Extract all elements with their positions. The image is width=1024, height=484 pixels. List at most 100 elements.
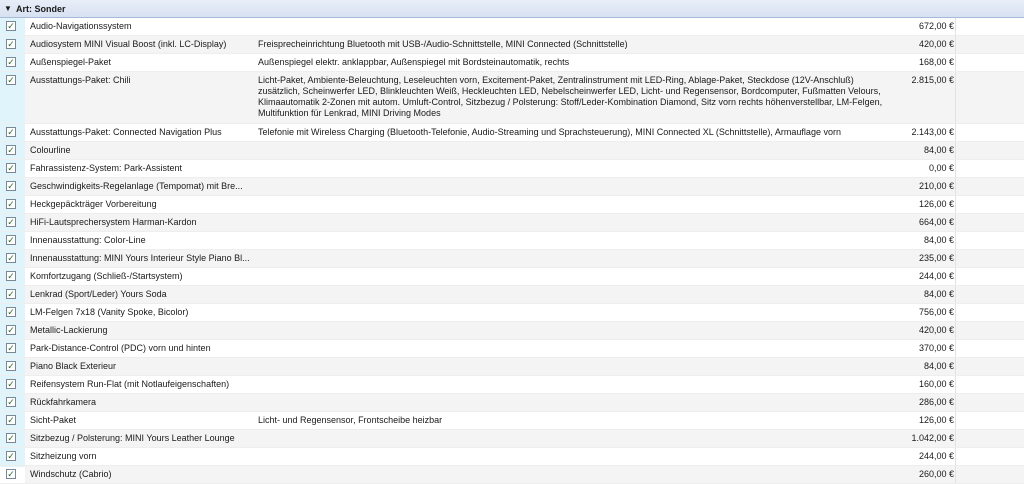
table-row[interactable]: ✓ Geschwindigkeits-Regelanlage (Tempomat)… [0, 178, 1024, 196]
column-divider [955, 250, 956, 267]
column-divider [955, 196, 956, 213]
row-checkbox[interactable]: ✓ [6, 469, 16, 479]
table-row[interactable]: ✓ Rückfahrkamera 286,00 € [0, 394, 1024, 412]
column-divider [955, 178, 956, 195]
option-price: 420,00 € [918, 325, 954, 335]
row-checkbox[interactable]: ✓ [6, 235, 16, 245]
table-row[interactable]: ✓ Sicht-Paket Licht- und Regensensor, Fron… [0, 412, 1024, 430]
checkmark-icon: ✓ [7, 74, 15, 85]
option-price: 0,00 € [928, 163, 954, 173]
row-checkbox[interactable]: ✓ [6, 253, 16, 263]
table-row[interactable]: ✓ Ausstattungs-Paket: Connected Navigatio… [0, 124, 1024, 142]
group-header[interactable]: ▼ Art: Sonder [0, 0, 1024, 18]
row-checkbox[interactable]: ✓ [6, 289, 16, 299]
table-row[interactable]: ✓ Außenspiegel-Paket Außenspiegel elektr. … [0, 54, 1024, 72]
group-title: Art: Sonder [16, 3, 66, 14]
row-checkbox[interactable]: ✓ [6, 271, 16, 281]
table-row[interactable]: ✓ Komfortzugang (Schließ-/Startsystem) 244… [0, 268, 1024, 286]
row-checkbox[interactable]: ✓ [6, 361, 16, 371]
option-name: Sitzbezug / Polsterung: MINI Yours Leath… [30, 433, 235, 443]
checkmark-icon: ✓ [7, 378, 15, 389]
option-price: 84,00 € [923, 361, 954, 371]
option-price: 235,00 € [918, 253, 954, 263]
table-row[interactable]: ✓ Sitzbezug / Polsterung: MINI Yours Leat… [0, 430, 1024, 448]
option-name: Park-Distance-Control (PDC) vorn und hin… [30, 343, 211, 353]
row-checkbox[interactable]: ✓ [6, 433, 16, 443]
row-checkbox[interactable]: ✓ [6, 163, 16, 173]
option-price: 84,00 € [923, 145, 954, 155]
row-checkbox[interactable]: ✓ [6, 343, 16, 353]
option-name: Außenspiegel-Paket [30, 57, 112, 67]
chevron-down-icon[interactable]: ▼ [2, 4, 14, 13]
option-name: Sicht-Paket [30, 415, 77, 425]
column-divider [955, 142, 956, 159]
table-row[interactable]: ✓ Audio-Navigationssystem 672,00 € [0, 18, 1024, 36]
checkmark-icon: ✓ [7, 324, 15, 335]
checkmark-icon: ✓ [7, 432, 15, 443]
option-description [258, 160, 898, 163]
column-divider [955, 214, 956, 231]
table-row[interactable]: ✓ LM-Felgen 7x18 (Vanity Spoke, Bicolor) 7… [0, 304, 1024, 322]
option-description [258, 340, 898, 343]
option-description [258, 448, 898, 451]
row-checkbox[interactable]: ✓ [6, 181, 16, 191]
row-checkbox[interactable]: ✓ [6, 145, 16, 155]
option-name: HiFi-Lautsprechersystem Harman-Kardon [30, 217, 197, 227]
option-price: 260,00 € [918, 469, 954, 479]
option-name: Rückfahrkamera [30, 397, 97, 407]
row-checkbox[interactable]: ✓ [6, 127, 16, 137]
column-divider [955, 376, 956, 393]
row-checkbox[interactable]: ✓ [6, 199, 16, 209]
option-name: Audiosystem MINI Visual Boost (inkl. LC-… [30, 39, 227, 49]
table-row[interactable]: ✓ Ausstattungs-Paket: Chili Licht-Paket, A… [0, 72, 1024, 124]
table-row[interactable]: ✓ Park-Distance-Control (PDC) vorn und hi… [0, 340, 1024, 358]
table-row[interactable]: ✓ Windschutz (Cabrio) 260,00 € [0, 466, 1024, 484]
option-price: 210,00 € [918, 181, 954, 191]
option-name: Metallic-Lackierung [30, 325, 108, 335]
option-description: Licht- und Regensensor, Frontscheibe hei… [258, 415, 443, 425]
row-checkbox[interactable]: ✓ [6, 39, 16, 49]
option-description [258, 268, 898, 271]
option-name: Fahrassistenz-System: Park-Assistent [30, 163, 183, 173]
table-row[interactable]: ✓ Sitzheizung vorn 244,00 € [0, 448, 1024, 466]
column-divider [955, 124, 956, 141]
table-row[interactable]: ✓ Piano Black Exterieur 84,00 € [0, 358, 1024, 376]
table-row[interactable]: ✓ Reifensystem Run-Flat (mit Notlaufeigen… [0, 376, 1024, 394]
row-checkbox[interactable]: ✓ [6, 21, 16, 31]
table-row[interactable]: ✓ HiFi-Lautsprechersystem Harman-Kardon 66… [0, 214, 1024, 232]
option-description [258, 178, 898, 181]
row-checkbox[interactable]: ✓ [6, 325, 16, 335]
option-name: LM-Felgen 7x18 (Vanity Spoke, Bicolor) [30, 307, 189, 317]
row-checkbox[interactable]: ✓ [6, 57, 16, 67]
table-row[interactable]: ✓ Lenkrad (Sport/Leder) Yours Soda 84,00 € [0, 286, 1024, 304]
row-checkbox[interactable]: ✓ [6, 217, 16, 227]
option-name: Lenkrad (Sport/Leder) Yours Soda [30, 289, 167, 299]
row-checkbox[interactable]: ✓ [6, 75, 16, 85]
table-row[interactable]: ✓ Colourline 84,00 € [0, 142, 1024, 160]
row-checkbox[interactable]: ✓ [6, 379, 16, 389]
option-price: 244,00 € [918, 451, 954, 461]
row-checkbox[interactable]: ✓ [6, 397, 16, 407]
column-divider [955, 72, 956, 123]
checkmark-icon: ✓ [7, 56, 15, 67]
option-price: 126,00 € [918, 199, 954, 209]
table-row[interactable]: ✓ Audiosystem MINI Visual Boost (inkl. LC… [0, 36, 1024, 54]
option-price: 756,00 € [918, 307, 954, 317]
row-checkbox[interactable]: ✓ [6, 451, 16, 461]
option-name: Komfortzugang (Schließ-/Startsystem) [30, 271, 183, 281]
option-description [258, 196, 898, 199]
checkmark-icon: ✓ [7, 162, 15, 173]
table-row[interactable]: ✓ Innenausstattung: Color-Line 84,00 € [0, 232, 1024, 250]
option-price: 2.143,00 € [911, 127, 954, 137]
column-divider [955, 412, 956, 429]
table-row[interactable]: ✓ Metallic-Lackierung 420,00 € [0, 322, 1024, 340]
row-checkbox[interactable]: ✓ [6, 307, 16, 317]
table-row[interactable]: ✓ Innenausstattung: MINI Yours Interieur … [0, 250, 1024, 268]
checkmark-icon: ✓ [7, 396, 15, 407]
option-price: 160,00 € [918, 379, 954, 389]
table-row[interactable]: ✓ Fahrassistenz-System: Park-Assistent 0,0… [0, 160, 1024, 178]
option-price: 2.815,00 € [911, 75, 954, 85]
table-row[interactable]: ✓ Heckgepäckträger Vorbereitung 126,00 € [0, 196, 1024, 214]
row-checkbox[interactable]: ✓ [6, 415, 16, 425]
option-name: Reifensystem Run-Flat (mit Notlaufeigens… [30, 379, 230, 389]
